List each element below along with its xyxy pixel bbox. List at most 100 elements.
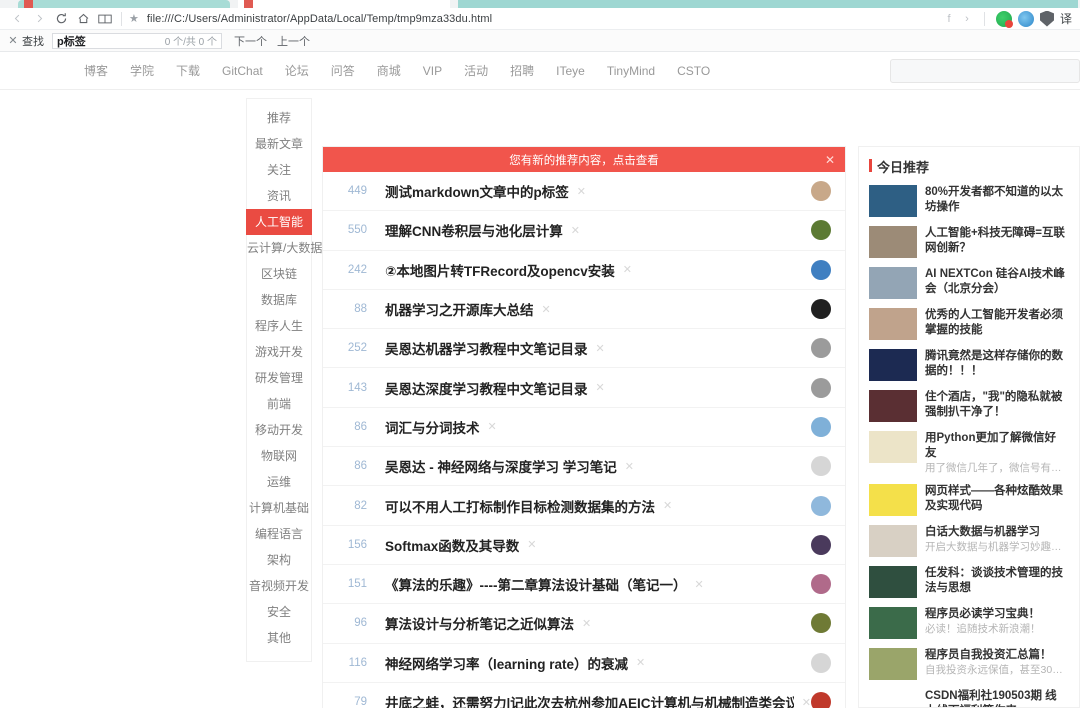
article-title[interactable]: 测试markdown文章中的p标签	[385, 181, 569, 201]
dark-shield-icon[interactable]	[1039, 10, 1054, 27]
avatar[interactable]	[811, 299, 831, 320]
category-item-8[interactable]: 程序人生	[247, 313, 311, 339]
category-item-17[interactable]: 架构	[247, 547, 311, 573]
green-shield-icon[interactable]	[995, 10, 1013, 28]
avatar[interactable]	[811, 220, 831, 241]
article-title[interactable]: 《算法的乐趣》----第二章算法设计基础（笔记一）	[385, 574, 686, 594]
category-item-19[interactable]: 安全	[247, 599, 311, 625]
browser-tab-3[interactable]	[458, 0, 1078, 8]
overflow-f-icon[interactable]: f	[943, 13, 955, 25]
recommend-item[interactable]: CSDN福利社190503期 线上线下福利等你来	[869, 689, 1067, 707]
recommend-item[interactable]: 优秀的人工智能开发者必须掌握的技能	[869, 308, 1067, 340]
nav-item-7[interactable]: VIP	[423, 64, 442, 78]
close-icon[interactable]: ✕	[527, 538, 536, 551]
article-title[interactable]: 可以不用人工打标制作目标检测数据集的方法	[385, 496, 655, 516]
close-icon[interactable]: ✕	[6, 34, 20, 47]
reload-icon[interactable]	[50, 9, 72, 29]
article-title[interactable]: 机器学习之开源库大总结	[385, 299, 534, 319]
article-title[interactable]: 吴恩达机器学习教程中文笔记目录	[385, 338, 588, 358]
category-item-18[interactable]: 音视频开发	[247, 573, 311, 599]
article-title[interactable]: 吴恩达深度学习教程中文笔记目录	[385, 378, 588, 398]
category-item-10[interactable]: 研发管理	[247, 365, 311, 391]
close-icon[interactable]: ✕	[636, 656, 645, 669]
recommend-title[interactable]: 用Python更加了解微信好友	[925, 431, 1067, 461]
category-item-20[interactable]: 其他	[247, 625, 311, 651]
category-item-1[interactable]: 最新文章	[247, 131, 311, 157]
nav-item-12[interactable]: CSTO	[677, 64, 710, 78]
recommend-title[interactable]: AI NEXTCon 硅谷AI技术峰会（北京分会）	[925, 267, 1067, 297]
back-arrow-icon[interactable]	[6, 9, 28, 29]
article-row[interactable]: 116 神经网络学习率（learning rate）的衰减 ✕	[323, 644, 845, 683]
article-row[interactable]: 151 《算法的乐趣》----第二章算法设计基础（笔记一） ✕	[323, 565, 845, 605]
category-item-15[interactable]: 计算机基础	[247, 495, 311, 521]
category-item-0[interactable]: 推荐	[247, 105, 311, 131]
recommend-item[interactable]: 腾讯竟然是这样存储你的数据的！！！	[869, 349, 1067, 381]
recommend-item[interactable]: AI NEXTCon 硅谷AI技术峰会（北京分会）	[869, 267, 1067, 299]
category-item-9[interactable]: 游戏开发	[247, 339, 311, 365]
recommend-item[interactable]: 白话大数据与机器学习 开启大数据与机器学习妙趣之旅	[869, 525, 1067, 557]
article-title[interactable]: 词汇与分词技术	[385, 417, 480, 437]
avatar[interactable]	[811, 692, 831, 708]
nav-item-1[interactable]: 学院	[130, 62, 154, 79]
category-item-4[interactable]: 人工智能	[246, 209, 312, 235]
article-row[interactable]: 143 吴恩达深度学习教程中文笔记目录 ✕	[323, 368, 845, 408]
close-icon[interactable]: ✕	[625, 460, 634, 473]
address-bar[interactable]: ★ file:///C:/Users/Administrator/AppData…	[127, 10, 943, 28]
recommend-title[interactable]: 白话大数据与机器学习	[925, 525, 1067, 540]
recommend-item[interactable]: 住个酒店，"我"的隐私就被强制扒干净了！	[869, 390, 1067, 422]
article-row[interactable]: 156 Softmax函数及其导数 ✕	[323, 526, 845, 565]
avatar[interactable]	[811, 534, 831, 555]
category-item-7[interactable]: 数据库	[247, 287, 311, 313]
close-icon[interactable]: ✕	[623, 263, 632, 276]
category-item-11[interactable]: 前端	[247, 391, 311, 417]
close-icon[interactable]: ✕	[596, 342, 605, 355]
avatar[interactable]	[811, 574, 831, 595]
home-icon[interactable]	[72, 9, 94, 29]
close-icon[interactable]: ✕	[825, 147, 835, 172]
close-icon[interactable]: ✕	[694, 578, 703, 591]
recommend-item[interactable]: 程序员自我投资汇总篇！ 自我投资永远保值，甚至30岁以...	[869, 648, 1067, 680]
article-row[interactable]: 86 吴恩达 - 神经网络与深度学习 学习笔记 ✕	[323, 447, 845, 487]
article-row[interactable]: 242 ②本地图片转TFRecord及opencv安装 ✕	[323, 251, 845, 290]
forward-arrow-icon[interactable]	[28, 9, 50, 29]
find-input[interactable]: p标签 0 个/共 0 个	[52, 32, 222, 49]
recommend-title[interactable]: 腾讯竟然是这样存储你的数据的！！！	[925, 349, 1067, 379]
nav-item-11[interactable]: TinyMind	[607, 64, 655, 78]
recommend-title[interactable]: 优秀的人工智能开发者必须掌握的技能	[925, 308, 1067, 338]
blue-globe-icon[interactable]	[1017, 10, 1034, 27]
close-icon[interactable]: ✕	[542, 303, 551, 316]
browser-tab-strip[interactable]	[0, 0, 1080, 8]
avatar[interactable]	[811, 416, 831, 437]
close-icon[interactable]: ✕	[577, 185, 586, 198]
close-icon[interactable]: ✕	[488, 420, 497, 433]
avatar[interactable]	[811, 181, 831, 202]
search-input[interactable]	[890, 58, 1080, 83]
translate-icon[interactable]: 译	[1060, 10, 1072, 27]
recommend-title[interactable]: 人工智能+科技无障碍=互联网创新？	[925, 226, 1067, 256]
category-item-14[interactable]: 运维	[247, 469, 311, 495]
category-item-2[interactable]: 关注	[247, 157, 311, 183]
article-row[interactable]: 96 算法设计与分析笔记之近似算法 ✕	[323, 604, 845, 644]
article-row[interactable]: 252 吴恩达机器学习教程中文笔记目录 ✕	[323, 329, 845, 369]
nav-item-5[interactable]: 问答	[331, 62, 355, 79]
recommend-title[interactable]: 网页样式——各种炫酷效果及实现代码	[925, 484, 1067, 514]
article-row[interactable]: 550 理解CNN卷积层与池化层计算 ✕	[323, 211, 845, 251]
article-row[interactable]: 449 测试markdown文章中的p标签 ✕	[323, 172, 845, 212]
category-item-16[interactable]: 编程语言	[247, 521, 311, 547]
article-title[interactable]: 吴恩达 - 神经网络与深度学习 学习笔记	[385, 456, 617, 476]
recommendation-banner[interactable]: 您有新的推荐内容，点击查看 ✕	[323, 147, 845, 172]
nav-item-10[interactable]: ITeye	[556, 64, 585, 78]
recommend-item[interactable]: 用Python更加了解微信好友用了微信几年了，微信号有也不少...	[869, 431, 1067, 475]
nav-item-9[interactable]: 招聘	[510, 62, 534, 79]
find-prev-button[interactable]: 上一个	[277, 33, 310, 49]
close-icon[interactable]: ✕	[596, 381, 605, 394]
recommend-title[interactable]: 程序员必读学习宝典！	[925, 607, 1067, 622]
category-item-6[interactable]: 区块链	[247, 261, 311, 287]
avatar[interactable]	[811, 495, 831, 516]
recommend-title[interactable]: 80%开发者都不知道的以太坊操作	[925, 185, 1067, 215]
recommend-title[interactable]: 住个酒店，"我"的隐私就被强制扒干净了！	[925, 390, 1067, 420]
recommend-item[interactable]: 80%开发者都不知道的以太坊操作	[869, 185, 1067, 217]
avatar[interactable]	[811, 377, 831, 398]
article-title[interactable]: 理解CNN卷积层与池化层计算	[385, 220, 563, 240]
article-title[interactable]: ②本地图片转TFRecord及opencv安装	[385, 260, 615, 280]
